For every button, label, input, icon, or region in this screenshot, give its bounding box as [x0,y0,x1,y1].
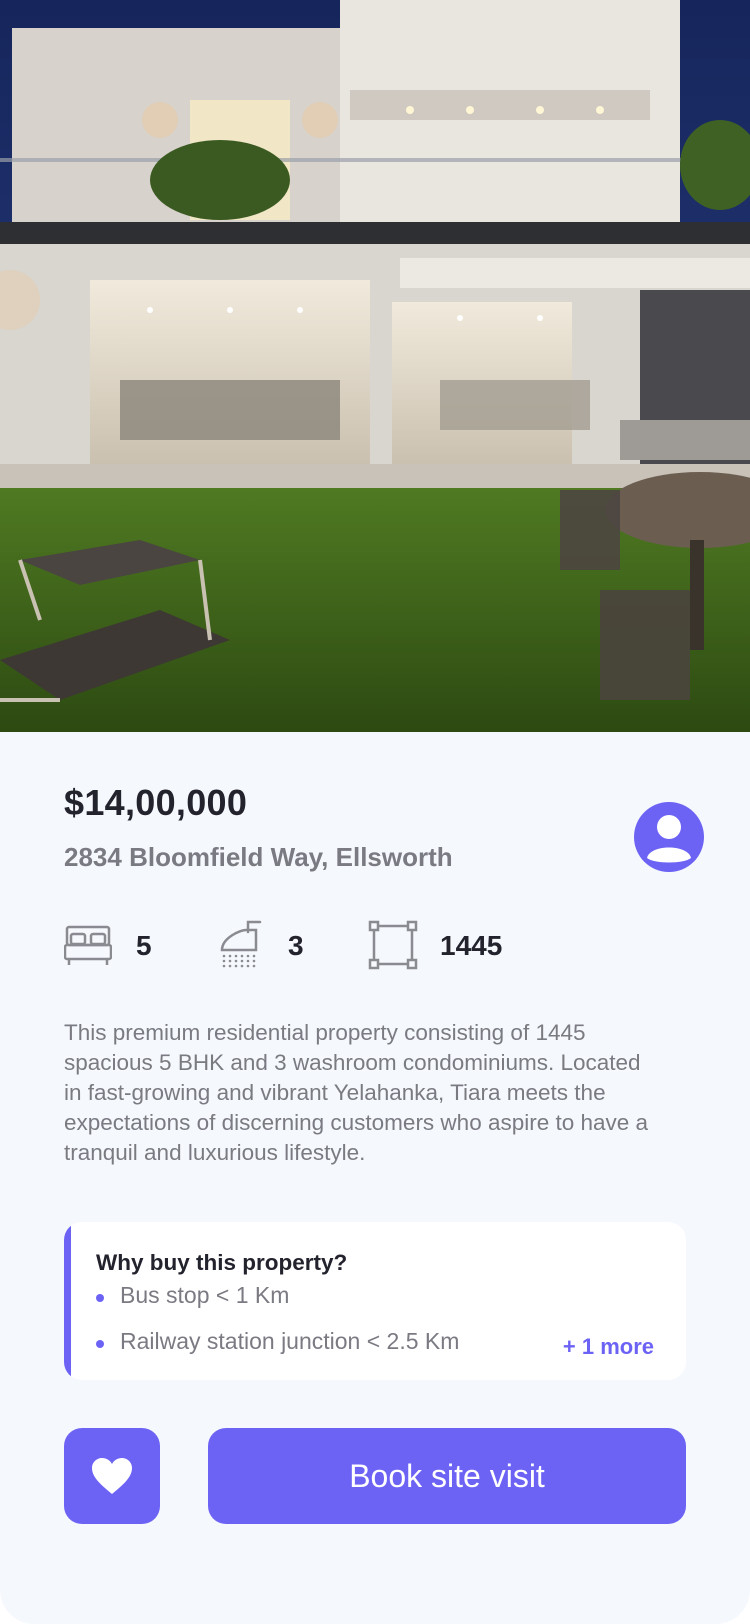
property-photo [0,0,750,732]
property-description: This premium residential property consis… [64,1020,649,1165]
bedrooms-count: 5 [136,930,152,961]
bullet-dot [96,1294,104,1302]
property-stats: 5 3 1445 [64,920,664,972]
favorite-button[interactable] [64,1428,160,1524]
why-buy-title: Why buy this property? [96,1250,348,1275]
heart-icon [92,1458,132,1494]
why-buy-item: Bus stop < 1 Km [120,1282,290,1308]
user-icon [647,815,691,863]
book-site-visit-button[interactable]: Book site visit [208,1428,686,1524]
price: $14,00,000 [64,782,248,823]
bullet-dot [96,1340,104,1348]
address: 2834 Bloomfield Way, Ellsworth [64,842,453,872]
area-value: 1445 [440,930,503,961]
agent-avatar[interactable] [634,802,704,872]
bathrooms-count: 3 [288,930,304,961]
why-buy-item: Railway station junction < 2.5 Km [120,1328,460,1354]
why-buy-box: Why buy this property? Bus stop < 1 Km R… [64,1222,686,1380]
property-details-card: $14,00,000 2834 Bloomfield Way, Ellswort… [0,732,750,1624]
bed-icon [64,925,112,965]
shower-icon [220,920,262,968]
accent-bar [64,1222,71,1380]
area-icon [368,920,418,970]
show-more-link[interactable]: + 1 more [563,1334,654,1360]
